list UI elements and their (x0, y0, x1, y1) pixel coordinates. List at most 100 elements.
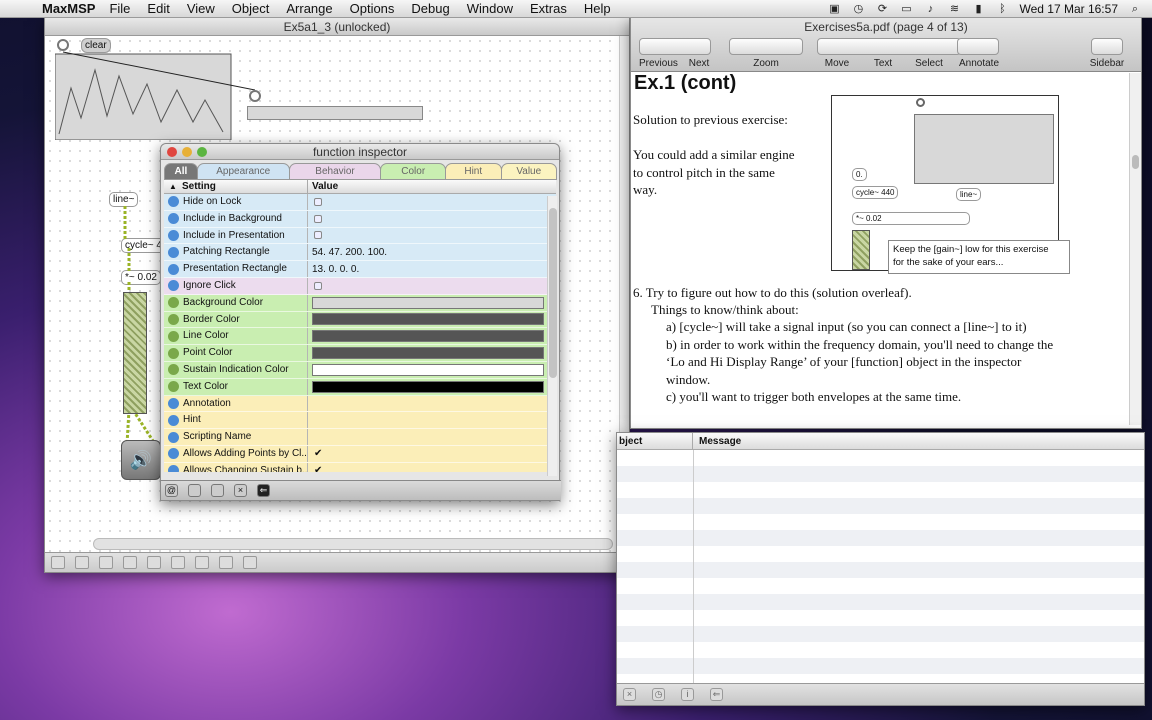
sort-arrow-icon[interactable]: ▲ (164, 180, 182, 193)
inspector-row[interactable]: Point Color (164, 345, 556, 362)
patcher-title[interactable]: Ex5a1_3 (unlocked) (45, 18, 629, 36)
inspector-row[interactable]: Hint (164, 412, 556, 430)
setting-value[interactable] (308, 228, 556, 244)
console-back-icon[interactable]: ⇐ (710, 688, 723, 701)
inspector-row[interactable]: Scripting Name (164, 429, 556, 446)
clock-icon[interactable]: ◷ (652, 688, 665, 701)
inspector-row[interactable]: Ignore Click (164, 277, 556, 295)
menubar-clock[interactable]: Wed 17 Mar 16:57 (1019, 2, 1118, 16)
lock-icon[interactable] (51, 556, 65, 569)
pdf-scroll-thumb[interactable] (1132, 155, 1139, 169)
layout-icon[interactable] (219, 556, 233, 569)
inspector-scroll-thumb[interactable] (549, 208, 557, 378)
checkbox[interactable] (314, 214, 322, 223)
at-sign-icon[interactable]: @ (165, 484, 178, 497)
attribute-info-icon[interactable] (168, 414, 179, 426)
setting-value[interactable] (308, 362, 556, 378)
attribute-info-icon[interactable] (168, 246, 179, 258)
console-message-list[interactable] (617, 450, 1144, 686)
setting-value[interactable] (308, 328, 556, 344)
setting-value[interactable] (308, 312, 556, 328)
tab-color[interactable]: Color (380, 163, 447, 180)
inspector-row[interactable]: Line Color (164, 328, 556, 346)
setting-value[interactable]: ✔ (308, 446, 556, 462)
menu-extras[interactable]: Extras (530, 1, 567, 16)
sidebar-button-icon[interactable] (1091, 38, 1123, 55)
volume-icon[interactable]: ♪ (923, 3, 937, 15)
color-swatch[interactable] (312, 313, 544, 326)
wifi-icon[interactable]: ≋ (947, 3, 961, 15)
tab-all[interactable]: All (164, 163, 198, 180)
spotlight-search-icon[interactable]: ⌕ (1128, 3, 1142, 15)
preview-title[interactable]: Exercises5a.pdf (page 4 of 13) (631, 18, 1141, 36)
move-icon[interactable] (99, 556, 113, 569)
attributes-icon[interactable] (188, 484, 201, 497)
zoom-button-icon[interactable] (197, 147, 207, 157)
setting-value[interactable] (308, 379, 556, 395)
inspector-row[interactable]: Sustain Indication Color (164, 361, 556, 379)
object-column-header[interactable]: bject (617, 433, 693, 449)
color-swatch[interactable] (312, 330, 544, 343)
message-column-header[interactable]: Message (693, 433, 741, 449)
attribute-info-icon[interactable] (168, 448, 179, 460)
close-button-icon[interactable] (167, 147, 177, 157)
clear-console-icon[interactable]: × (623, 688, 636, 701)
select-tool[interactable]: Select (911, 58, 947, 69)
attribute-info-icon[interactable] (168, 397, 179, 409)
attribute-info-icon[interactable] (168, 297, 179, 309)
menu-view[interactable]: View (187, 1, 215, 16)
inspector-scrollbar[interactable] (547, 196, 557, 476)
menu-arrange[interactable]: Arrange (286, 1, 332, 16)
inspector-row[interactable]: Presentation Rectangle 13. 0. 0. 0. (164, 261, 556, 278)
time-machine-icon[interactable]: ◷ (851, 3, 865, 15)
inspector-row[interactable]: Text Color (164, 378, 556, 396)
inspector-row[interactable]: Hide on Lock (164, 194, 556, 211)
value-column-header[interactable]: Value (308, 180, 338, 193)
setting-value[interactable] (308, 194, 556, 210)
attribute-info-icon[interactable] (168, 364, 179, 376)
menu-window[interactable]: Window (467, 1, 513, 16)
attribute-info-icon[interactable] (168, 280, 179, 292)
setting-value[interactable] (308, 412, 556, 428)
setting-value[interactable] (308, 278, 556, 294)
inspector-row[interactable]: Patching Rectangle 54. 47. 200. 100. (164, 244, 556, 262)
tab-hint[interactable]: Hint (445, 163, 502, 180)
inspector-title[interactable]: function inspector (161, 144, 559, 160)
attribute-info-icon[interactable] (168, 229, 179, 241)
attribute-info-icon[interactable] (168, 313, 179, 325)
minimize-button-icon[interactable] (182, 147, 192, 157)
bluetooth-icon[interactable]: ᛒ (995, 3, 1009, 15)
attribute-info-icon[interactable] (168, 347, 179, 359)
setting-column-header[interactable]: Setting (182, 180, 308, 193)
info-icon[interactable] (147, 556, 161, 569)
checkbox[interactable] (314, 231, 322, 240)
menu-object[interactable]: Object (232, 1, 270, 16)
setting-value[interactable] (308, 396, 556, 412)
inspector-row[interactable]: Include in Background (164, 210, 556, 228)
setting-value[interactable]: 13. 0. 0. 0. (308, 261, 556, 277)
attribute-info-icon[interactable] (168, 465, 179, 472)
menu-options[interactable]: Options (350, 1, 395, 16)
attribute-info-icon[interactable] (168, 196, 179, 208)
next-button[interactable]: Next (681, 58, 717, 69)
second-bang-button[interactable] (249, 90, 261, 102)
checkbox[interactable] (314, 197, 322, 206)
color-swatch[interactable] (312, 380, 544, 393)
attribute-info-icon[interactable] (168, 213, 179, 225)
setting-value[interactable] (308, 211, 556, 227)
patcher-horizontal-scrollbar[interactable] (93, 538, 613, 550)
zoom-buttons[interactable] (729, 38, 803, 55)
tab-behavior[interactable]: Behavior (288, 163, 382, 180)
menu-edit[interactable]: Edit (147, 1, 169, 16)
inspector-row[interactable]: Border Color (164, 311, 556, 329)
setting-value[interactable]: 54. 47. 200. 100. (308, 244, 556, 260)
attribute-info-icon[interactable] (168, 330, 179, 342)
attribute-info-icon[interactable] (168, 381, 179, 393)
menu-file[interactable]: File (109, 1, 130, 16)
inspector-row[interactable]: Include in Presentation (164, 227, 556, 245)
setting-value[interactable] (308, 345, 556, 361)
sidebar-toggle[interactable]: Sidebar (1085, 58, 1129, 69)
grid-icon[interactable] (171, 556, 185, 569)
setting-value[interactable] (308, 429, 556, 445)
app-menu[interactable]: MaxMSP (42, 1, 95, 16)
